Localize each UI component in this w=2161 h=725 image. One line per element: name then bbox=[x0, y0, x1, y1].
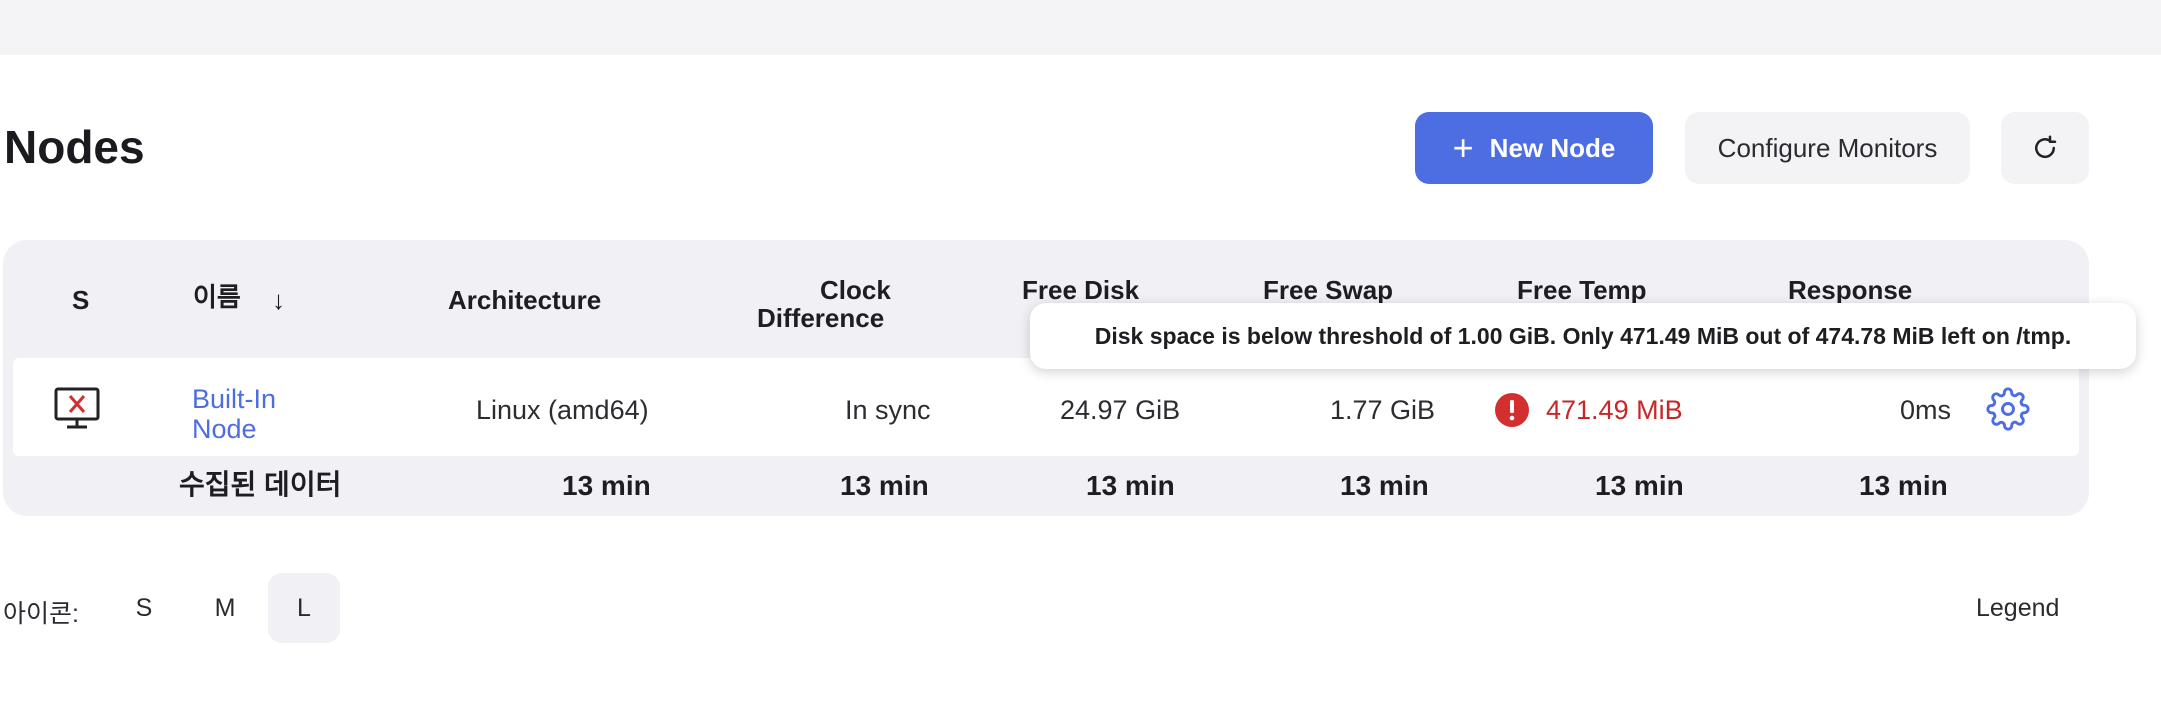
footer-architecture: 13 min bbox=[562, 470, 651, 501]
footer-free-disk: 13 min bbox=[1086, 470, 1175, 501]
header-free-disk[interactable]: Free Disk bbox=[1022, 276, 1139, 304]
sort-down-icon[interactable]: ↓ bbox=[272, 286, 285, 314]
icon-size-m[interactable]: M bbox=[200, 573, 250, 643]
header-name[interactable]: 이름 bbox=[193, 283, 241, 311]
header-clock-line2[interactable]: Difference bbox=[757, 304, 884, 332]
cell-clock: In sync bbox=[845, 395, 931, 425]
footer-response: 13 min bbox=[1859, 470, 1948, 501]
icon-size-l[interactable]: L bbox=[268, 573, 340, 643]
warning-icon[interactable] bbox=[1495, 393, 1529, 432]
header-response[interactable]: Response bbox=[1788, 276, 1912, 304]
tooltip: Disk space is below threshold of 1.00 Gi… bbox=[1030, 303, 2136, 369]
gear-icon[interactable] bbox=[1986, 387, 2030, 436]
footer-free-swap: 13 min bbox=[1340, 470, 1429, 501]
table-row bbox=[13, 358, 2079, 456]
header-clock-line1[interactable]: Clock bbox=[820, 276, 891, 304]
cell-free-disk: 24.97 GiB bbox=[1060, 395, 1181, 425]
computer-offline-icon bbox=[53, 386, 101, 435]
top-bar bbox=[0, 0, 2161, 55]
new-node-button[interactable]: + New Node bbox=[1415, 112, 1653, 184]
page-title: Nodes bbox=[4, 121, 145, 173]
refresh-icon bbox=[2035, 135, 2057, 159]
refresh-button[interactable] bbox=[2001, 112, 2089, 184]
cell-response: 0ms bbox=[1900, 395, 1952, 425]
node-name-link[interactable]: Built-In Node bbox=[192, 384, 276, 444]
footer-clock: 13 min bbox=[840, 470, 929, 501]
plus-icon: + bbox=[1452, 127, 1474, 168]
icon-size-s[interactable]: S bbox=[120, 573, 168, 643]
header-status[interactable]: S bbox=[72, 286, 89, 314]
configure-monitors-button[interactable]: Configure Monitors bbox=[1685, 112, 1970, 184]
header-architecture[interactable]: Architecture bbox=[448, 286, 601, 314]
header-free-temp[interactable]: Free Temp bbox=[1517, 276, 1647, 304]
legend-link[interactable]: Legend bbox=[1976, 594, 2059, 623]
cell-free-swap: 1.77 GiB bbox=[1330, 395, 1436, 425]
footer-label: 수집된 데이터 bbox=[179, 469, 342, 500]
cell-architecture: Linux (amd64) bbox=[476, 395, 649, 425]
icon-size-label: 아이콘: bbox=[3, 600, 79, 628]
new-node-label: New Node bbox=[1489, 132, 1616, 163]
cell-free-temp: 471.49 MiB bbox=[1546, 395, 1683, 425]
node-name-line2: Node bbox=[192, 414, 257, 444]
header-free-swap[interactable]: Free Swap bbox=[1263, 276, 1393, 304]
node-name-line1: Built-In bbox=[192, 384, 277, 414]
footer-free-temp: 13 min bbox=[1595, 470, 1684, 501]
